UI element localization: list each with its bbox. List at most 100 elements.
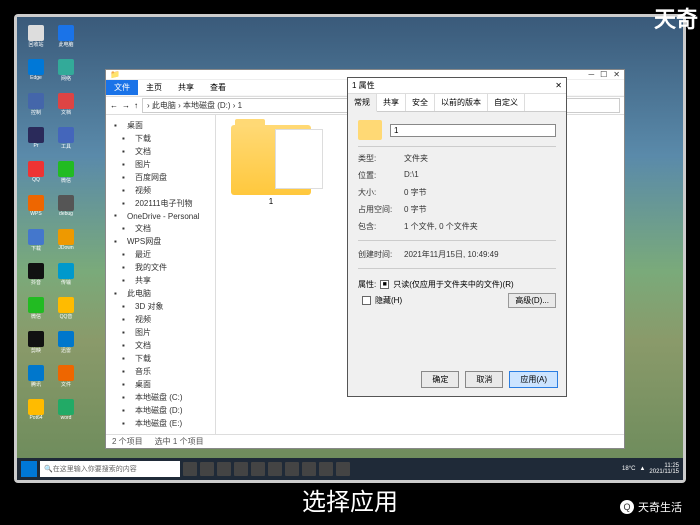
folder-icon: ▪	[122, 419, 132, 429]
nav-item[interactable]: ▪最近	[110, 248, 211, 261]
forward-icon[interactable]: →	[122, 101, 130, 110]
taskbar-app-icon[interactable]	[251, 462, 265, 476]
close-icon[interactable]: ✕	[613, 70, 620, 79]
nav-item[interactable]: ▪我的文件	[110, 261, 211, 274]
nav-item[interactable]: ▪文档	[110, 222, 211, 235]
desktop-icon[interactable]: 传输	[53, 263, 79, 293]
taskbar-app-icon[interactable]	[285, 462, 299, 476]
desktop-icon[interactable]: 腾讯	[23, 365, 49, 395]
readonly-checkbox[interactable]: ■	[380, 280, 389, 289]
folder-icon: ▪	[122, 224, 132, 234]
properties-tab[interactable]: 共享	[377, 94, 406, 111]
system-tray[interactable]: 18°C ▲ 11:25 2021/11/15	[622, 463, 679, 475]
desktop-icon[interactable]: QQ	[23, 161, 49, 191]
properties-titlebar[interactable]: 1 属性 ✕	[348, 78, 566, 94]
desktop-icon[interactable]: Pr	[23, 127, 49, 157]
cancel-button[interactable]: 取消	[465, 371, 503, 388]
name-field[interactable]	[390, 124, 556, 137]
size-value: 0 字节	[404, 187, 427, 198]
nav-item[interactable]: ▪图片	[110, 326, 211, 339]
nav-item[interactable]: ▪共享	[110, 274, 211, 287]
desktop-icon[interactable]: 工具	[53, 127, 79, 157]
up-icon[interactable]: ↑	[134, 101, 138, 110]
tab-file[interactable]: 文件	[106, 80, 138, 95]
desktop-icon[interactable]: 迅雷	[53, 331, 79, 361]
taskbar-app-icon[interactable]	[217, 462, 231, 476]
desktop-icon[interactable]: debug	[53, 195, 79, 225]
tab-view[interactable]: 查看	[202, 80, 234, 95]
nav-item[interactable]: ▪本地磁盘 (C:)	[110, 391, 211, 404]
taskbar-app-icon[interactable]	[302, 462, 316, 476]
desktop-icon[interactable]: 下载	[23, 229, 49, 259]
nav-item[interactable]: ▪文档	[110, 145, 211, 158]
desktop-icon[interactable]: 回收站	[23, 25, 49, 55]
desktop-icon[interactable]: Edge	[23, 59, 49, 89]
nav-item[interactable]: ▪桌面	[110, 378, 211, 391]
nav-item[interactable]: ▪3D 对象	[110, 300, 211, 313]
watermark-top: 天奇	[654, 2, 698, 34]
weather-widget[interactable]: 18°C	[622, 466, 635, 472]
nav-item[interactable]: ▪OneDrive - Personal	[110, 210, 211, 222]
desktop-icon[interactable]: 微信	[23, 297, 49, 327]
ok-button[interactable]: 确定	[421, 371, 459, 388]
nav-item[interactable]: ▪本地磁盘 (E:)	[110, 417, 211, 430]
minimize-icon[interactable]: ─	[588, 70, 594, 79]
nav-item[interactable]: ▪音乐	[110, 365, 211, 378]
nav-item[interactable]: ▪视频	[110, 313, 211, 326]
nav-item[interactable]: ▪WPS网盘	[110, 235, 211, 248]
tray-icon[interactable]: ▲	[639, 466, 645, 472]
desktop-icon[interactable]: 控制	[23, 93, 49, 123]
desktop-icon[interactable]: QQ音	[53, 297, 79, 327]
folder-icon: ▪	[122, 199, 132, 209]
taskbar-search[interactable]: 🔍 在这里输入你要搜索的内容	[40, 461, 180, 477]
apply-button[interactable]: 应用(A)	[509, 371, 558, 388]
desktop-icon[interactable]: 文件	[53, 365, 79, 395]
taskbar-app-icon[interactable]	[234, 462, 248, 476]
task-view-icon[interactable]	[183, 462, 197, 476]
properties-tabs: 常规共享安全以前的版本自定义	[348, 94, 566, 112]
taskbar-app-icon[interactable]	[200, 462, 214, 476]
nav-item[interactable]: ▪桌面	[110, 119, 211, 132]
desktop-icon[interactable]: 网络	[53, 59, 79, 89]
nav-item[interactable]: ▪图片	[110, 158, 211, 171]
nav-item[interactable]: ▪下载	[110, 352, 211, 365]
folder-icon: ▪	[122, 250, 132, 260]
hidden-checkbox[interactable]	[362, 296, 371, 305]
taskbar-app-icon[interactable]	[268, 462, 282, 476]
desktop-icon[interactable]: 剪映	[23, 331, 49, 361]
properties-tab[interactable]: 常规	[348, 94, 377, 112]
back-icon[interactable]: ←	[110, 101, 118, 110]
desktop-icon[interactable]: word	[53, 399, 79, 429]
desktop-icon[interactable]: 抖音	[23, 263, 49, 293]
folder-icon: ▪	[114, 237, 124, 247]
desktop-icon[interactable]: Pot64	[23, 399, 49, 429]
nav-item[interactable]: ▪百度网盘	[110, 171, 211, 184]
nav-item[interactable]: ▪本地磁盘 (D:)	[110, 404, 211, 417]
type-value: 文件夹	[404, 153, 428, 164]
properties-tab[interactable]: 以前的版本	[435, 94, 488, 111]
tab-share[interactable]: 共享	[170, 80, 202, 95]
advanced-button[interactable]: 高级(D)...	[508, 293, 556, 308]
nav-item[interactable]: ▪此电脑	[110, 287, 211, 300]
nav-item[interactable]: ▪文档	[110, 339, 211, 352]
explorer-nav-pane[interactable]: ▪桌面▪下载▪文档▪图片▪百度网盘▪视频▪202111电子刊物▪OneDrive…	[106, 115, 216, 434]
nav-item[interactable]: ▪下载	[110, 132, 211, 145]
desktop-icon[interactable]: 文档	[53, 93, 79, 123]
folder-icon: ▪	[122, 147, 132, 157]
tab-home[interactable]: 主页	[138, 80, 170, 95]
nav-item[interactable]: ▪202111电子刊物	[110, 197, 211, 210]
desktop-icon[interactable]: 微信	[53, 161, 79, 191]
close-icon[interactable]: ✕	[555, 81, 562, 90]
desktop-icon[interactable]: WPS	[23, 195, 49, 225]
desktop-icon[interactable]: 此电脑	[53, 25, 79, 55]
taskbar-app-icon[interactable]	[336, 462, 350, 476]
taskbar-app-icon[interactable]	[319, 462, 333, 476]
folder-item[interactable]: 1	[226, 125, 316, 206]
desktop-icon[interactable]: JDown	[53, 229, 79, 259]
clock-date: 2021/11/15	[649, 469, 679, 475]
properties-tab[interactable]: 自定义	[488, 94, 525, 111]
properties-tab[interactable]: 安全	[406, 94, 435, 111]
start-button[interactable]	[21, 461, 37, 477]
maximize-icon[interactable]: ☐	[600, 70, 607, 79]
nav-item[interactable]: ▪视频	[110, 184, 211, 197]
